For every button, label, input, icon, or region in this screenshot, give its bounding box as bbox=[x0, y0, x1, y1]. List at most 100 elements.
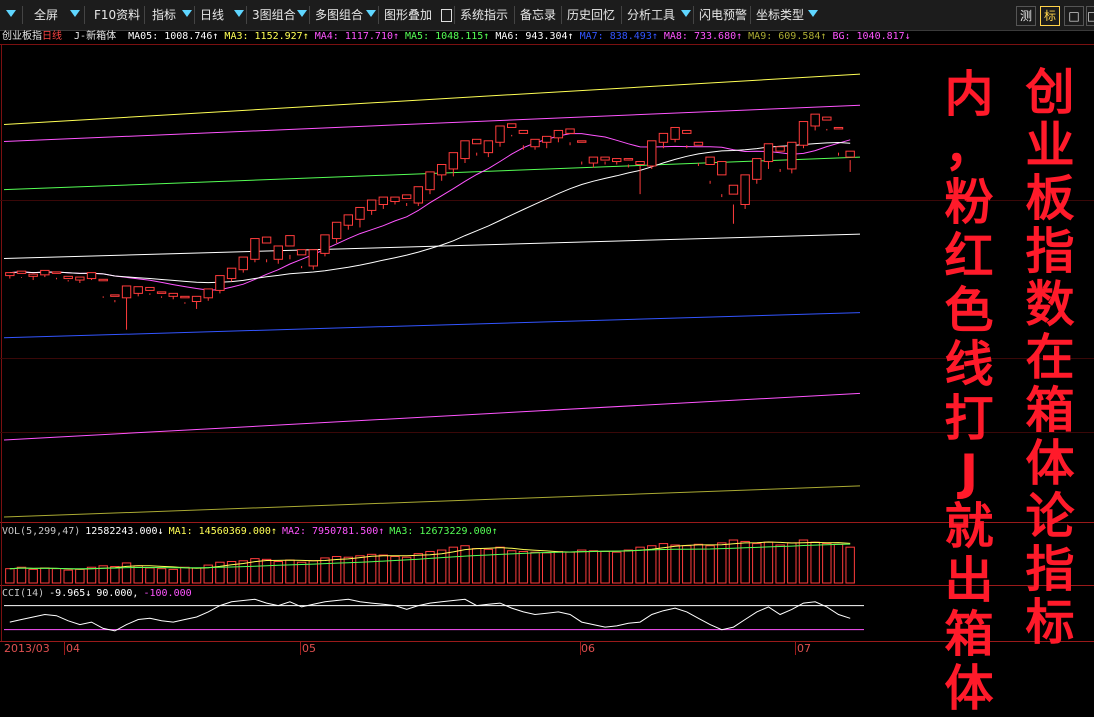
candle-body bbox=[740, 174, 750, 205]
multi-chart-combo-button[interactable]: 多图组合 bbox=[315, 4, 363, 26]
analysis-tools-button[interactable]: 分析工具 bbox=[627, 4, 675, 26]
candle-body bbox=[460, 140, 470, 160]
indicator-dropdown-icon[interactable] bbox=[182, 10, 192, 17]
volume-bar bbox=[110, 566, 120, 584]
candle-body bbox=[798, 121, 809, 146]
candle-body bbox=[401, 194, 412, 200]
volume-bar bbox=[180, 566, 190, 584]
date-axis: 2013/03 04 05 06 07 bbox=[0, 642, 1094, 663]
candle-body bbox=[226, 267, 237, 280]
candle-body bbox=[752, 158, 762, 180]
indicator-name: J-新箱体 bbox=[74, 31, 117, 42]
volume-bar bbox=[495, 546, 505, 584]
ma-legend-item-8: BG: 1040.817↓ bbox=[832, 31, 911, 42]
volume-bar bbox=[530, 551, 540, 584]
candle-body bbox=[285, 235, 295, 247]
volume-ma3 bbox=[9, 543, 851, 570]
vol-legend-item-4: MA3: 12673229.000↑ bbox=[389, 526, 498, 537]
annotation-1-char: 箱 bbox=[1025, 382, 1075, 439]
multi-chart-dropdown-icon[interactable] bbox=[366, 10, 376, 17]
candle-body bbox=[693, 141, 704, 146]
candle-body bbox=[845, 150, 855, 158]
volume-bar bbox=[145, 567, 155, 584]
mark-button[interactable]: 标 bbox=[1040, 6, 1060, 26]
ma-line-ma8 bbox=[3, 392, 861, 441]
measure-button[interactable]: 测 bbox=[1016, 6, 1036, 26]
annotation-1-char: 在 bbox=[1025, 329, 1075, 386]
volume-bar bbox=[577, 549, 587, 584]
period-dropdown-icon[interactable] bbox=[234, 10, 244, 17]
volume-bar bbox=[705, 545, 715, 584]
toolbar-separator bbox=[309, 6, 310, 24]
candle-body bbox=[156, 291, 167, 294]
volume-bar bbox=[682, 545, 692, 584]
candle-body bbox=[717, 161, 727, 176]
candle-body bbox=[577, 140, 587, 143]
flash-alert-button[interactable]: 闪电预警 bbox=[699, 4, 747, 26]
candle-body bbox=[588, 156, 599, 164]
candle-body bbox=[647, 140, 657, 167]
annotation-1-char: 板 bbox=[1025, 170, 1075, 227]
history-recall-button[interactable]: 历史回忆 bbox=[567, 4, 615, 26]
ma-legend-item-2: MA4: 1117.710↑ bbox=[314, 31, 400, 42]
system-signal-button[interactable]: 系统指示 bbox=[460, 4, 508, 26]
volume-bar bbox=[390, 555, 400, 584]
volume-bar bbox=[28, 568, 38, 584]
vol-legend-item-3: MA2: 7950781.500↑ bbox=[281, 526, 385, 537]
window-button-2[interactable]: □ bbox=[1086, 6, 1094, 26]
date-label: 04 bbox=[66, 642, 80, 655]
volume-bar bbox=[483, 548, 494, 584]
f10-info-button[interactable]: F10资料 bbox=[94, 4, 140, 26]
volume-bar bbox=[40, 567, 50, 584]
volume-bar bbox=[51, 568, 62, 584]
lock-icon[interactable] bbox=[441, 9, 452, 22]
toolbar-separator bbox=[454, 6, 455, 24]
candle-body bbox=[238, 256, 248, 271]
volume-bar bbox=[471, 548, 482, 584]
ma-curve-short bbox=[9, 133, 851, 291]
toolbar-separator bbox=[144, 6, 145, 24]
volume-bar bbox=[261, 558, 272, 584]
annotation-2-char: ， bbox=[944, 120, 994, 177]
window-button[interactable]: □ bbox=[1064, 6, 1084, 26]
volume-bar bbox=[740, 540, 750, 584]
period-daily-button[interactable]: 日线 bbox=[200, 4, 224, 26]
analysis-tools-dropdown-icon[interactable] bbox=[681, 10, 691, 17]
indicator-button[interactable]: 指标 bbox=[152, 4, 176, 26]
candle-body bbox=[763, 143, 774, 163]
candle-body bbox=[63, 275, 73, 280]
volume-bar bbox=[86, 566, 97, 584]
ma-curve-long bbox=[9, 141, 851, 284]
candle-body bbox=[145, 286, 155, 291]
fullscreen-button[interactable]: 全屏 bbox=[34, 4, 58, 26]
cci-legend: CCI(14) -9.965↓ 90.000, -100.000 bbox=[2, 587, 202, 601]
chart-overlay-button[interactable]: 图形叠加 bbox=[384, 4, 432, 26]
axis-type-dropdown-icon[interactable] bbox=[808, 10, 818, 17]
volume-bar bbox=[670, 544, 680, 584]
ma-legend-item-1: MA3: 1152.927↑ bbox=[224, 31, 309, 42]
vol-legend-item-2: MA1: 14560369.000↑ bbox=[168, 526, 277, 537]
three-chart-combo-button[interactable]: 3图组合 bbox=[252, 4, 296, 26]
volume-bar bbox=[752, 543, 762, 584]
price-chart[interactable] bbox=[0, 0, 1094, 663]
candle-body bbox=[40, 269, 50, 276]
toolbar-separator bbox=[750, 6, 751, 24]
ma-legend-items: MA05: 1008.746↑ MA3: 1152.927↑ MA4: 1117.7… bbox=[128, 31, 917, 42]
ma-legend-item-5: MA7: 838.493↑ bbox=[579, 31, 658, 42]
candle-body bbox=[612, 158, 622, 163]
volume-bar bbox=[63, 569, 73, 584]
toolbar-separator bbox=[561, 6, 562, 24]
period-label: 日线 bbox=[42, 31, 62, 42]
memo-button[interactable]: 备忘录 bbox=[520, 4, 556, 26]
candle-body bbox=[787, 141, 797, 170]
volume-bar bbox=[436, 549, 447, 584]
three-chart-dropdown-icon[interactable] bbox=[297, 10, 307, 17]
volume-bar bbox=[250, 558, 260, 584]
annotation-2-char: 线 bbox=[944, 336, 994, 393]
fullscreen-dropdown-icon[interactable] bbox=[70, 10, 80, 17]
volume-bars bbox=[5, 539, 855, 584]
candle-body bbox=[86, 272, 97, 280]
menu-dropdown-icon[interactable] bbox=[6, 10, 16, 17]
volume-bar bbox=[203, 564, 213, 584]
axis-type-button[interactable]: 坐标类型 bbox=[756, 4, 804, 26]
